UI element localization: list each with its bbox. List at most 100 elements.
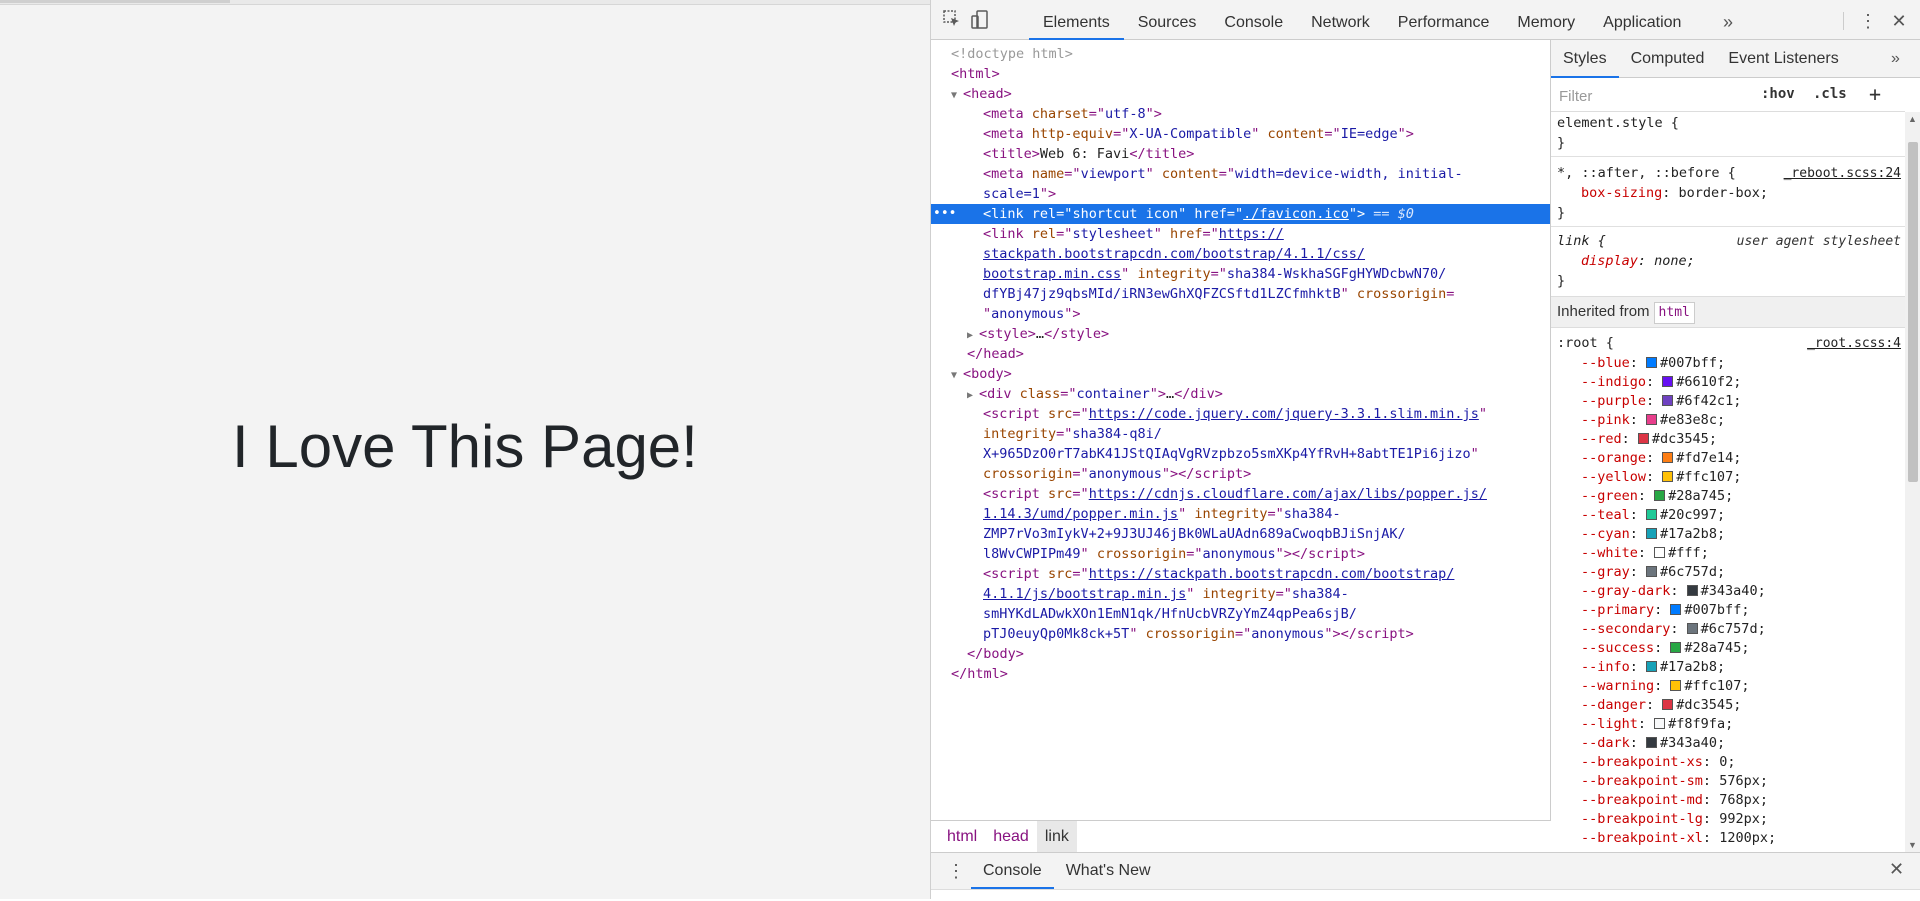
css-var-row[interactable]: --light: #f8f9fa; [1557, 715, 1901, 734]
css-var-row[interactable]: --breakpoint-lg: 992px; [1557, 810, 1901, 829]
tab-performance[interactable]: Performance [1384, 0, 1504, 40]
color-swatch[interactable] [1654, 490, 1666, 501]
new-rule-icon[interactable]: + [1869, 82, 1881, 106]
css-var-row[interactable]: --breakpoint-md: 768px; [1557, 791, 1901, 810]
page-scroll-thumb[interactable] [0, 0, 230, 3]
collapsed-triangle-icon[interactable]: ▶ [967, 386, 979, 406]
css-var-row[interactable]: --yellow: #ffc107; [1557, 468, 1901, 487]
color-swatch[interactable] [1646, 528, 1658, 539]
color-swatch[interactable] [1646, 661, 1658, 672]
breadcrumb-head[interactable]: head [985, 821, 1037, 853]
tab-computed[interactable]: Computed [1619, 40, 1717, 78]
color-swatch[interactable] [1646, 566, 1658, 577]
color-swatch[interactable] [1686, 623, 1698, 634]
css-var-row[interactable]: --blue: #007bff; [1557, 354, 1901, 373]
dom-node-head[interactable]: ▼ <head> [931, 84, 1550, 106]
dom-node-head-close[interactable]: </head> [931, 344, 1550, 364]
page-top-scrollbar[interactable] [0, 0, 930, 5]
breadcrumb-html[interactable]: html [939, 821, 985, 853]
color-swatch[interactable] [1670, 680, 1682, 691]
css-var-row[interactable]: --purple: #6f42c1; [1557, 392, 1901, 411]
close-icon[interactable]: ✕ [1889, 10, 1909, 32]
inspect-element-icon[interactable] [941, 10, 963, 32]
dom-node-meta-charset[interactable]: <meta charset="utf-8"> [931, 104, 1550, 124]
dom-node-script-popper-cont3[interactable]: l8WvCWPIPm49" crossorigin="anonymous"></… [931, 544, 1550, 564]
color-swatch[interactable] [1654, 547, 1666, 558]
color-swatch[interactable] [1662, 395, 1674, 406]
device-toolbar-icon[interactable] [969, 10, 991, 32]
drawer-menu-icon[interactable]: ⋮ [947, 861, 965, 882]
dom-node-body[interactable]: ▼ <body> [931, 364, 1550, 386]
dom-node-style[interactable]: ▶ <style>…</style> [931, 324, 1550, 346]
dom-node-script-bootstrap-cont3[interactable]: pTJ0euyQp0Mk8ck+5T" crossorigin="anonymo… [931, 624, 1550, 644]
dom-node-script-popper-cont2[interactable]: ZMP7rVo3mIykV+2+9J3UJ46jBk0WLaUAdn689aCw… [931, 524, 1550, 544]
css-var-row[interactable]: --info: #17a2b8; [1557, 658, 1901, 677]
dom-node-script-jquery-cont1[interactable]: integrity="sha384-q8i/ [931, 424, 1550, 444]
color-swatch[interactable] [1686, 585, 1698, 596]
prop-box-sizing[interactable]: box-sizing: border-box; [1557, 184, 1901, 203]
css-var-row[interactable]: --gray: #6c757d; [1557, 563, 1901, 582]
dom-node-script-bootstrap[interactable]: <script src="https://stackpath.bootstrap… [931, 564, 1550, 584]
more-tabs-icon[interactable]: » [1891, 40, 1900, 78]
expand-triangle-icon[interactable]: ▼ [951, 366, 963, 386]
rule-reboot-selector[interactable]: *, ::after, ::before {_reboot.scss:24 [1557, 164, 1901, 183]
dom-node-link-stylesheet-cont2[interactable]: bootstrap.min.css" integrity="sha384-Wsk… [931, 264, 1550, 284]
dom-node-script-popper-cont1[interactable]: 1.14.3/umd/popper.min.js" integrity="sha… [931, 504, 1550, 524]
prop-display[interactable]: display: none; [1557, 252, 1901, 271]
collapsed-triangle-icon[interactable]: ▶ [967, 326, 979, 346]
css-var-row[interactable]: --dark: #343a40; [1557, 734, 1901, 753]
dom-node-link-favicon-selected[interactable]: ••• <link rel="shortcut icon" href="./fav… [931, 204, 1550, 224]
vertical-dots-icon[interactable]: ⋮ [1859, 10, 1877, 32]
dom-node-script-jquery-cont2[interactable]: X+965DzO0rT7abK41JStQIAqVgRVzpbzo5smXKp4… [931, 444, 1550, 464]
hov-toggle[interactable]: :hov [1761, 86, 1795, 102]
dom-node-html[interactable]: <html> [931, 64, 1550, 84]
cls-toggle[interactable]: .cls [1813, 86, 1847, 102]
dom-node-meta-xua[interactable]: <meta http-equiv="X-UA-Compatible" conte… [931, 124, 1550, 144]
css-var-row[interactable]: --primary: #007bff; [1557, 601, 1901, 620]
reboot-source-link[interactable]: _reboot.scss:24 [1784, 164, 1901, 183]
expand-triangle-icon[interactable]: ▼ [951, 86, 963, 106]
drawer-tab-whats-new[interactable]: What's New [1054, 853, 1163, 889]
tab-memory[interactable]: Memory [1503, 0, 1589, 40]
styles-filter-input[interactable] [1557, 84, 1751, 108]
css-var-row[interactable]: --gray-dark: #343a40; [1557, 582, 1901, 601]
color-swatch[interactable] [1662, 471, 1674, 482]
dom-node-div-container[interactable]: ▶ <div class="container">…</div> [931, 384, 1550, 406]
color-swatch[interactable] [1654, 718, 1666, 729]
css-var-row[interactable]: --warning: #ffc107; [1557, 677, 1901, 696]
tab-network[interactable]: Network [1297, 0, 1384, 40]
rule-root-selector[interactable]: :root {_root.scss:4 [1557, 334, 1901, 353]
root-source-link[interactable]: _root.scss:4 [1807, 334, 1901, 353]
color-swatch[interactable] [1662, 452, 1674, 463]
color-swatch[interactable] [1670, 642, 1682, 653]
color-swatch[interactable] [1646, 357, 1658, 368]
dom-node-script-bootstrap-cont1[interactable]: 4.1.1/js/bootstrap.min.js" integrity="sh… [931, 584, 1550, 604]
css-var-row[interactable]: --danger: #dc3545; [1557, 696, 1901, 715]
drawer-tab-console[interactable]: Console [971, 853, 1054, 889]
dom-node-link-stylesheet[interactable]: <link rel="stylesheet" href="https:// [931, 224, 1550, 244]
css-var-row[interactable]: --green: #28a745; [1557, 487, 1901, 506]
css-var-row[interactable]: --secondary: #6c757d; [1557, 620, 1901, 639]
color-swatch[interactable] [1662, 376, 1674, 387]
inherited-tag-html[interactable]: html [1653, 302, 1695, 324]
rule-element-style-selector[interactable]: element.style { [1557, 114, 1901, 133]
css-var-row[interactable]: --red: #dc3545; [1557, 430, 1901, 449]
styles-scroll-thumb[interactable] [1908, 142, 1918, 482]
dom-node-script-popper[interactable]: <script src="https://cdnjs.cloudflare.co… [931, 484, 1550, 504]
rule-link-selector[interactable]: link {user agent stylesheet [1557, 232, 1901, 251]
color-swatch[interactable] [1646, 509, 1658, 520]
dom-node-link-stylesheet-cont1[interactable]: stackpath.bootstrapcdn.com/bootstrap/4.1… [931, 244, 1550, 264]
more-panels-icon[interactable]: » [1723, 0, 1733, 40]
color-swatch[interactable] [1637, 433, 1649, 444]
css-var-row[interactable]: --breakpoint-xs: 0; [1557, 753, 1901, 772]
dom-node-script-jquery[interactable]: <script src="https://code.jquery.com/jqu… [931, 404, 1550, 424]
css-var-row[interactable]: --cyan: #17a2b8; [1557, 525, 1901, 544]
dom-node-body-close[interactable]: </body> [931, 644, 1550, 664]
dom-node-link-stylesheet-cont3[interactable]: dfYBj47jz9qbsMId/iRN3ewGhXQFZCSftd1LZCfm… [931, 284, 1550, 304]
color-swatch[interactable] [1646, 414, 1658, 425]
tab-elements[interactable]: Elements [1029, 0, 1124, 40]
dom-node-script-jquery-cont3[interactable]: crossorigin="anonymous"></script> [931, 464, 1550, 484]
css-var-row[interactable]: --success: #28a745; [1557, 639, 1901, 658]
styles-scrollbar[interactable]: ▲ ▼ [1905, 112, 1920, 852]
css-var-row[interactable]: --breakpoint-xl: 1200px; [1557, 829, 1901, 848]
